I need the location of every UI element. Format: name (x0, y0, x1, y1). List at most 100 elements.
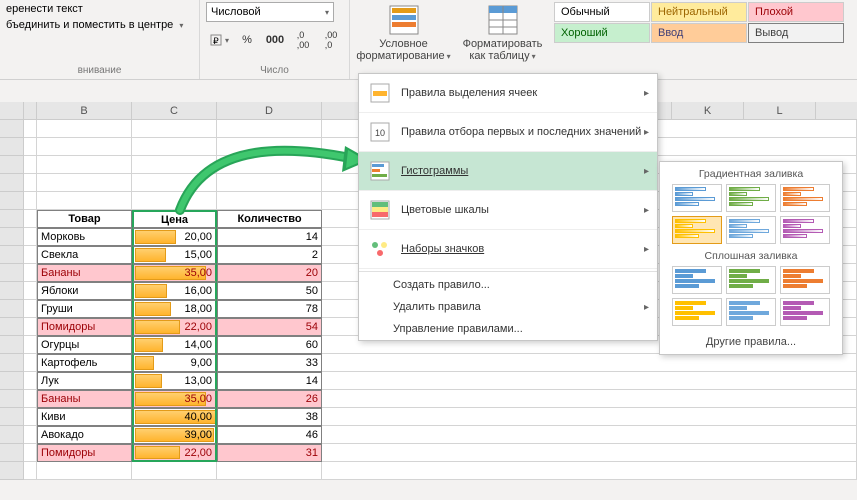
cell-qty[interactable]: 50 (217, 282, 322, 300)
cell-product[interactable]: Киви (37, 408, 132, 426)
cell-qty[interactable]: 78 (217, 300, 322, 318)
header-product[interactable]: Товар (37, 210, 132, 228)
table-row: Авокадо39,0046 (0, 426, 857, 444)
cell-price[interactable]: 40,00 (132, 408, 217, 426)
cf-new-rule[interactable]: Создать правило... (359, 274, 657, 296)
cell-product[interactable]: Яблоки (37, 282, 132, 300)
data-bar-gradient-swatch[interactable] (780, 184, 830, 212)
table-row: Картофель9,0033 (0, 354, 857, 372)
svg-text:10: 10 (375, 128, 385, 138)
col-header-K[interactable]: K (672, 102, 744, 119)
cell-price[interactable]: 35,00 (132, 264, 217, 282)
data-bars-more-rules[interactable]: Другие правила... (666, 332, 836, 348)
cell-qty[interactable]: 33 (217, 354, 322, 372)
style-normal[interactable]: Обычный (554, 2, 650, 22)
accounting-format-button[interactable]: ₽ (206, 29, 232, 51)
data-bar-solid-swatch[interactable] (672, 266, 722, 294)
table-row: Бананы35,0026 (0, 390, 857, 408)
cell-price[interactable]: 16,00 (132, 282, 217, 300)
decrease-decimal-button[interactable]: ,00,0 (318, 29, 344, 51)
cell-qty[interactable]: 60 (217, 336, 322, 354)
percent-button[interactable]: % (234, 29, 260, 51)
table-row: Помидоры22,0031 (0, 444, 857, 462)
conditional-formatting-button[interactable]: Условное форматирование (356, 2, 451, 64)
cell-product[interactable]: Помидоры (37, 318, 132, 336)
cell-qty[interactable]: 46 (217, 426, 322, 444)
cell-qty[interactable]: 14 (217, 372, 322, 390)
cell-product[interactable]: Огурцы (37, 336, 132, 354)
data-bar-solid-swatch[interactable] (780, 266, 830, 294)
gradient-fill-label: Градиентная заливка (666, 168, 836, 180)
cell-qty[interactable]: 38 (217, 408, 322, 426)
data-bar-solid-swatch[interactable] (672, 298, 722, 326)
cf-clear-rules[interactable]: Удалить правила (359, 296, 657, 318)
cell-qty[interactable]: 14 (217, 228, 322, 246)
cell-product[interactable]: Свекла (37, 246, 132, 264)
col-header-L[interactable]: L (744, 102, 816, 119)
cell-price[interactable]: 35,00 (132, 390, 217, 408)
cell-product[interactable]: Лук (37, 372, 132, 390)
merge-center-button[interactable]: бъединить и поместить в центре (6, 18, 183, 32)
cell-product[interactable]: Бананы (37, 390, 132, 408)
col-header-C[interactable]: C (132, 102, 217, 119)
style-input[interactable]: Ввод (651, 23, 747, 43)
cell-price[interactable]: 13,00 (132, 372, 217, 390)
cf-highlight-cells[interactable]: Правила выделения ячеек (359, 74, 657, 113)
cf-top-bottom[interactable]: 10 Правила отбора первых и последних зна… (359, 113, 657, 152)
col-header-D[interactable]: D (217, 102, 322, 119)
number-format-combo[interactable]: Числовой▾ (206, 2, 334, 22)
style-good[interactable]: Хороший (554, 23, 650, 43)
data-bar-solid-swatch[interactable] (780, 298, 830, 326)
data-bar-gradient-swatch[interactable] (780, 216, 830, 244)
style-output[interactable]: Вывод (748, 23, 844, 43)
alignment-group: еренести текст бъединить и поместить в ц… (0, 0, 200, 79)
increase-decimal-button[interactable]: ,0,00 (290, 29, 316, 51)
cell-price[interactable]: 22,00 (132, 318, 217, 336)
cell-price[interactable]: 22,00 (132, 444, 217, 462)
cf-icon-sets[interactable]: Наборы значков (359, 230, 657, 269)
cell-qty[interactable]: 54 (217, 318, 322, 336)
data-bar-gradient-swatch[interactable] (726, 216, 776, 244)
cell-price[interactable]: 39,00 (132, 426, 217, 444)
cell-price[interactable]: 18,00 (132, 300, 217, 318)
cell-qty[interactable]: 20 (217, 264, 322, 282)
header-qty[interactable]: Количество (217, 210, 322, 228)
cell-product[interactable]: Авокадо (37, 426, 132, 444)
cell-product[interactable]: Бананы (37, 264, 132, 282)
table-row: Киви40,0038 (0, 408, 857, 426)
cell-product[interactable]: Морковь (37, 228, 132, 246)
alignment-group-label: внивание (6, 65, 193, 78)
cell-price[interactable]: 9,00 (132, 354, 217, 372)
format-as-table-button[interactable]: Форматировать как таблицу (455, 2, 550, 64)
style-bad[interactable]: Плохой (748, 2, 844, 22)
cell-price[interactable]: 14,00 (132, 336, 217, 354)
wrap-text-button[interactable]: еренести текст (6, 2, 83, 16)
cell-product[interactable]: Помидоры (37, 444, 132, 462)
ribbon: еренести текст бъединить и поместить в ц… (0, 0, 857, 80)
cf-data-bars[interactable]: Гистограммы (359, 152, 657, 191)
styles-group: Условное форматирование Форматировать ка… (350, 0, 857, 79)
col-header-B[interactable]: B (37, 102, 132, 119)
table-row: Лук13,0014 (0, 372, 857, 390)
cell-product[interactable]: Груши (37, 300, 132, 318)
data-bar-gradient-swatch[interactable] (672, 216, 722, 244)
data-bar-gradient-swatch[interactable] (672, 184, 722, 212)
number-group: Числовой▾ ₽ % 000 ,0,00 ,00,0 Число (200, 0, 350, 79)
data-bar-solid-swatch[interactable] (726, 298, 776, 326)
data-bar-solid-swatch[interactable] (726, 266, 776, 294)
cell-price[interactable]: 15,00 (132, 246, 217, 264)
cell-product[interactable]: Картофель (37, 354, 132, 372)
cf-color-scales[interactable]: Цветовые шкалы (359, 191, 657, 230)
cell-qty[interactable]: 31 (217, 444, 322, 462)
cell-qty[interactable]: 26 (217, 390, 322, 408)
comma-style-button[interactable]: 000 (262, 29, 288, 51)
cell-styles-gallery[interactable]: Обычный Нейтральный Плохой Хороший Ввод … (554, 2, 844, 43)
conditional-formatting-menu: Правила выделения ячеек 10 Правила отбор… (358, 73, 658, 341)
cell-price[interactable]: 20,00 (132, 228, 217, 246)
data-bar-gradient-swatch[interactable] (726, 184, 776, 212)
header-price[interactable]: Цена (132, 210, 217, 228)
cf-manage-rules[interactable]: Управление правилами... (359, 318, 657, 340)
number-group-label: Число (206, 65, 343, 78)
cell-qty[interactable]: 2 (217, 246, 322, 264)
style-neutral[interactable]: Нейтральный (651, 2, 747, 22)
